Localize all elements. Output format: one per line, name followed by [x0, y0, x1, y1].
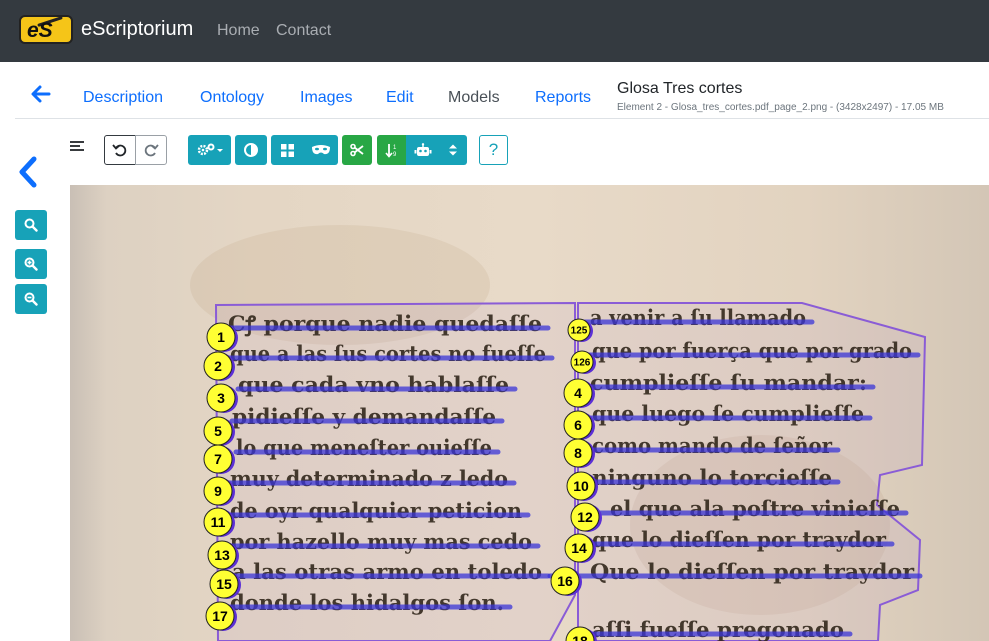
redo-button[interactable]	[135, 135, 167, 165]
left-line-text: donde los hidalgos ſon.	[230, 590, 504, 615]
undo-icon	[112, 144, 127, 157]
left-line-number: 5	[214, 423, 222, 439]
undo-button[interactable]	[104, 135, 136, 165]
left-line-number: 1	[217, 329, 225, 345]
nav-home-link[interactable]: Home	[217, 22, 260, 40]
tab-edit[interactable]: Edit	[386, 89, 414, 107]
zoom-in-button[interactable]	[15, 249, 47, 279]
left-line-number: 17	[212, 608, 228, 624]
escriptorium-logo[interactable]: eS	[19, 15, 73, 44]
tab-images[interactable]: Images	[300, 89, 352, 107]
right-line-number: 10	[573, 478, 589, 494]
cut-tool-button[interactable]	[342, 135, 372, 165]
left-line-text: a las otras armo en toledo	[232, 559, 542, 584]
right-line-text: a venir a ſu llamado	[590, 305, 806, 330]
grid-icon	[281, 143, 294, 157]
right-line-text: cumplieſſe ſu mandar:	[590, 370, 867, 395]
text-align-left-icon[interactable]	[70, 140, 84, 154]
tab-description[interactable]: Description	[83, 89, 163, 107]
document-title: Glosa Tres cortes	[617, 80, 743, 97]
mask-icon	[311, 145, 330, 155]
robot-icon	[414, 142, 432, 156]
right-line-number: 6	[574, 417, 582, 433]
zoom-in-icon	[24, 257, 38, 271]
right-line-number: 12	[577, 509, 593, 525]
tab-models[interactable]: Models	[448, 89, 500, 107]
left-line-number: 11	[211, 514, 226, 530]
right-line-number: 18	[572, 633, 588, 641]
gears-icon	[197, 143, 223, 156]
logo-text: eS	[27, 19, 53, 42]
right-line-number: 125	[571, 326, 588, 337]
right-line-text: el que ala poſtre vinieſſe	[610, 496, 900, 521]
sort-updown-icon	[449, 144, 457, 156]
right-line-text: que luego ſe cumplieſſe	[592, 401, 864, 426]
left-column-lines: Cꝭ porque nadie quedaſſe1 que a las ſus c…	[203, 311, 555, 631]
right-line-number: 8	[574, 445, 582, 461]
mask-toggle-button[interactable]	[303, 135, 338, 165]
right-line-text: como mando de ſeñor	[592, 433, 833, 458]
left-line-text: que a las ſus cortes no fueſſe	[230, 341, 546, 366]
tab-ontology[interactable]: Ontology	[200, 89, 264, 107]
nav-contact-link[interactable]: Contact	[276, 22, 331, 40]
zoom-reset-button[interactable]	[15, 210, 47, 240]
zoom-out-icon	[24, 292, 38, 306]
right-line-text: aſſi fueſſe pregonado	[592, 617, 844, 641]
svg-text:9: 9	[393, 152, 397, 158]
redo-icon	[144, 144, 159, 157]
zoom-out-button[interactable]	[15, 284, 47, 314]
left-line-text: de oyr qualquier peticion	[230, 498, 522, 523]
reorder-dropdown-button[interactable]	[439, 135, 467, 165]
previous-page-chevron-icon[interactable]	[16, 155, 40, 189]
contrast-toggle-button[interactable]	[235, 135, 267, 165]
document-meta: Element 2 - Glosa_tres_cortes.pdf_page_2…	[617, 102, 944, 113]
right-line-text: ninguno lo torcieſſe	[592, 465, 832, 490]
left-line-number: 3	[217, 390, 225, 406]
right-line-number: 126	[574, 358, 591, 369]
left-line-text: lo que meneſter ouieſſe	[236, 435, 492, 460]
right-line-text: que por fuerça que por grado	[592, 338, 912, 363]
right-line-text: Que lo dieſſen por traydor	[590, 559, 915, 584]
left-line-text: Cꝭ porque nadie quedaſſe	[228, 311, 542, 337]
sort-order-icon: 1 9	[385, 144, 397, 158]
segmentation-overlay[interactable]: Cꝭ porque nadie quedaſſe1 que a las ſus c…	[70, 185, 989, 641]
sort-lines-button[interactable]: 1 9	[377, 135, 407, 165]
right-line-number: 14	[571, 540, 587, 556]
top-navbar: eS eScriptorium Home Contact	[0, 0, 989, 62]
right-line-number: 4	[574, 385, 582, 401]
brand-name[interactable]: eScriptorium	[81, 18, 193, 41]
right-line-text: que lo dieſſen por traydor	[592, 527, 887, 552]
document-tabs-bar: Description Ontology Images Edit Models …	[15, 62, 989, 119]
left-line-number: 7	[214, 451, 222, 467]
left-line-number: 2	[214, 358, 222, 374]
settings-dropdown-button[interactable]	[188, 135, 231, 165]
left-line-text: muy determinado z ledo	[230, 466, 508, 491]
right-line-number: 16	[557, 573, 573, 589]
left-line-text: por hazello muy mas cedo	[230, 529, 532, 554]
auto-segment-button[interactable]	[406, 135, 440, 165]
tab-reports[interactable]: Reports	[535, 89, 591, 107]
left-line-number: 9	[214, 483, 222, 499]
page-image-canvas[interactable]: Cꝭ porque nadie quedaſſe 1 que a las ſus c…	[70, 185, 989, 641]
left-line-text: que cada vno hablaſſe	[238, 372, 509, 397]
contrast-icon	[244, 143, 258, 157]
back-arrow-icon[interactable]	[29, 82, 53, 106]
svg-text:1: 1	[393, 145, 397, 151]
left-line-text: pidieſſe y demandaſſe	[232, 404, 496, 429]
scissors-icon	[350, 143, 364, 157]
help-button[interactable]: ?	[479, 135, 508, 165]
left-line-number: 13	[214, 547, 230, 563]
search-icon	[24, 218, 38, 232]
regions-toggle-button[interactable]	[271, 135, 304, 165]
